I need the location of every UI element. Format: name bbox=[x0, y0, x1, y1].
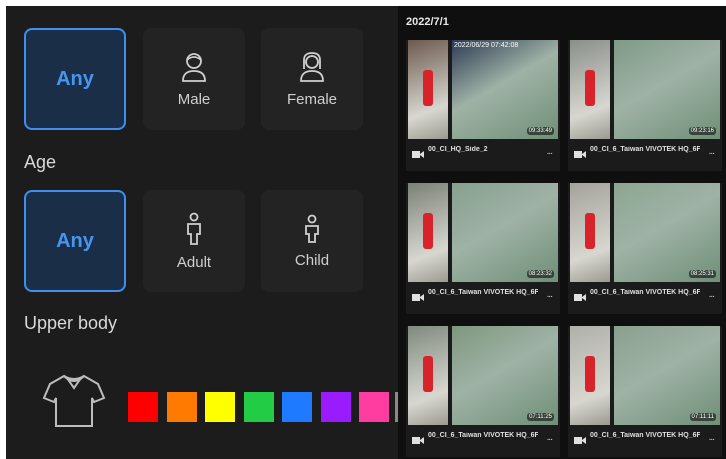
video-camera-icon bbox=[412, 151, 424, 158]
person-figure bbox=[585, 70, 595, 106]
person-crop-image bbox=[408, 183, 448, 282]
child-icon bbox=[302, 214, 322, 244]
age-option-any[interactable]: Any bbox=[24, 190, 126, 292]
more-options-icon[interactable]: ... bbox=[547, 432, 553, 443]
shirt-icon bbox=[42, 372, 106, 435]
video-camera-icon bbox=[574, 437, 586, 444]
female-person-icon bbox=[297, 51, 327, 83]
scene-frame-image: 08:23:32 bbox=[452, 183, 558, 282]
result-thumbnail[interactable]: 07:11:11 bbox=[568, 326, 722, 425]
scene-frame-image: 09:23:16 bbox=[614, 40, 720, 139]
person-figure bbox=[585, 213, 595, 249]
video-camera-icon bbox=[412, 437, 424, 444]
camera-name-caption: 00_CI_6_Taiwan VIVOTEK HQ_6F bbox=[590, 432, 700, 439]
clip-timestamp: 09:33:49 bbox=[526, 127, 554, 135]
result-card[interactable]: 09:23:16 00_CI_6_Taiwan VIVOTEK HQ_6F... bbox=[568, 40, 722, 171]
clip-timestamp: 08:23:32 bbox=[526, 270, 554, 278]
camera-name-caption: 00_CI_6_Taiwan VIVOTEK HQ_6F bbox=[428, 432, 538, 439]
clip-timestamp: 09:23:16 bbox=[688, 127, 716, 135]
color-swatch[interactable] bbox=[243, 392, 274, 422]
more-options-icon[interactable]: ... bbox=[709, 146, 715, 157]
attribute-filter-panel: Any Male Female Age Any Adult Child Uppe… bbox=[6, 6, 398, 459]
scene-frame-image: 07:11:25 bbox=[452, 326, 558, 425]
clip-timestamp: 08:25:31 bbox=[688, 270, 716, 278]
person-figure bbox=[423, 70, 433, 106]
more-options-icon[interactable]: ... bbox=[709, 289, 715, 300]
age-option-child[interactable]: Child bbox=[261, 190, 363, 292]
person-crop-image bbox=[408, 326, 448, 425]
clip-timestamp: 07:11:11 bbox=[689, 413, 716, 421]
more-options-icon[interactable]: ... bbox=[547, 146, 553, 157]
result-thumbnail[interactable]: 09:23:16 bbox=[568, 40, 722, 139]
search-results-panel: 2022/7/1 2022/06/29 07:42:08 09:33:49 00_C… bbox=[398, 6, 726, 459]
more-options-icon[interactable]: ... bbox=[547, 289, 553, 300]
result-card[interactable]: 08:23:32 00_CI_6_Taiwan VIVOTEK HQ_6F... bbox=[406, 183, 560, 314]
gender-option-male[interactable]: Male bbox=[143, 28, 245, 130]
camera-name-caption: 00_CI_HQ_Side_2 bbox=[428, 146, 488, 153]
scene-frame-image: 2022/06/29 07:42:08 09:33:49 bbox=[452, 40, 558, 139]
video-camera-icon bbox=[574, 294, 586, 301]
clip-timestamp: 07:11:25 bbox=[527, 413, 554, 421]
person-crop-image bbox=[570, 40, 610, 139]
result-card[interactable]: 07:11:25 00_CI_6_Taiwan VIVOTEK HQ_6F... bbox=[406, 326, 560, 457]
scene-frame-image: 08:25:31 bbox=[614, 183, 720, 282]
result-card[interactable]: 08:25:31 00_CI_6_Taiwan VIVOTEK HQ_6F... bbox=[568, 183, 722, 314]
adult-icon bbox=[183, 212, 205, 246]
person-figure bbox=[423, 213, 433, 249]
result-card[interactable]: 2022/06/29 07:42:08 09:33:49 00_CI_HQ_Side… bbox=[406, 40, 560, 171]
upper-body-section-label: Upper body bbox=[24, 313, 118, 333]
video-camera-icon bbox=[574, 151, 586, 158]
camera-name-caption: 00_CI_6_Taiwan VIVOTEK HQ_6F bbox=[590, 146, 700, 153]
person-crop-image bbox=[570, 183, 610, 282]
color-swatch[interactable] bbox=[166, 392, 197, 422]
color-swatch[interactable] bbox=[205, 392, 235, 422]
age-option-adult[interactable]: Adult bbox=[143, 190, 245, 292]
result-thumbnail[interactable]: 2022/06/29 07:42:08 09:33:49 bbox=[406, 40, 560, 139]
gender-any-label: Any bbox=[56, 67, 94, 90]
person-crop-image bbox=[570, 326, 610, 425]
result-card[interactable]: 07:11:11 00_CI_6_Taiwan VIVOTEK HQ_6F... bbox=[568, 326, 722, 457]
age-section-label: Age bbox=[24, 152, 57, 172]
person-crop-image bbox=[408, 40, 448, 139]
age-child-label: Child bbox=[294, 251, 330, 269]
camera-name-caption: 00_CI_6_Taiwan VIVOTEK HQ_6F bbox=[428, 289, 538, 296]
scene-frame-image: 07:11:11 bbox=[614, 326, 720, 425]
camera-name-caption: 00_CI_6_Taiwan VIVOTEK HQ_6F bbox=[590, 289, 700, 296]
result-thumbnail[interactable]: 07:11:25 bbox=[406, 326, 560, 425]
color-swatch[interactable] bbox=[320, 392, 351, 422]
gender-option-any[interactable]: Any bbox=[24, 28, 126, 130]
camera-osd-time: 2022/06/29 07:42:08 bbox=[454, 42, 519, 49]
age-adult-label: Adult bbox=[176, 253, 212, 271]
result-thumbnail[interactable]: 08:25:31 bbox=[568, 183, 722, 282]
age-any-label: Any bbox=[56, 229, 94, 252]
color-swatch[interactable] bbox=[359, 392, 389, 422]
more-options-icon[interactable]: ... bbox=[709, 432, 715, 443]
person-figure bbox=[585, 356, 595, 392]
results-date-header: 2022/7/1 bbox=[406, 16, 449, 28]
gender-option-female[interactable]: Female bbox=[261, 28, 363, 130]
person-figure bbox=[423, 356, 433, 392]
gender-male-label: Male bbox=[177, 90, 211, 108]
male-person-icon bbox=[179, 51, 209, 83]
gender-female-label: Female bbox=[286, 90, 338, 108]
color-swatch[interactable] bbox=[128, 392, 158, 422]
video-camera-icon bbox=[412, 294, 424, 301]
color-swatch[interactable] bbox=[282, 392, 312, 422]
result-thumbnail[interactable]: 08:23:32 bbox=[406, 183, 560, 282]
